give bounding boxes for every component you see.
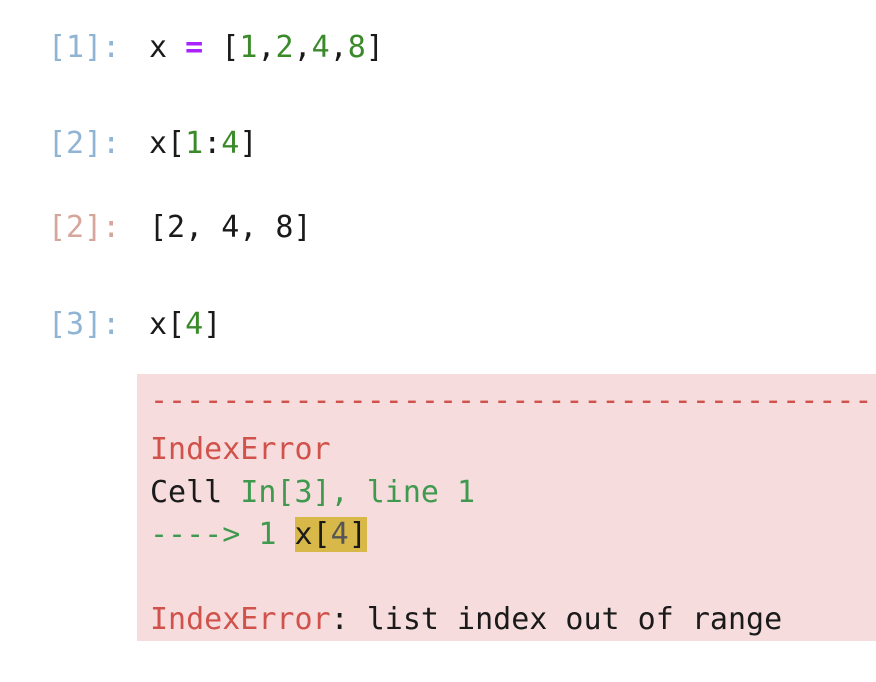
code-token: : xyxy=(203,126,222,161)
code-token: x xyxy=(149,30,168,65)
code-operator: = xyxy=(185,30,204,65)
code-token: , xyxy=(329,30,348,65)
error-type: IndexError xyxy=(150,432,331,467)
code-cell-1[interactable]: x = [1,2,4,8] xyxy=(149,28,384,68)
code-number: 4 xyxy=(221,126,240,161)
code-token: , xyxy=(293,30,312,65)
code-token: ] xyxy=(239,126,258,161)
input-prompt-2: [2]: xyxy=(48,126,121,161)
highlight-token: x[ xyxy=(294,517,331,552)
output-prompt-2: [2]: xyxy=(48,210,121,245)
traceback-code-line: ----> 1 x[4] xyxy=(150,515,367,555)
code-token: x[ xyxy=(149,307,186,342)
code-number: 4 xyxy=(311,30,330,65)
code-token: ] xyxy=(365,30,384,65)
code-number: 2 xyxy=(275,30,294,65)
traceback-highlight: x[4] xyxy=(294,517,367,552)
traceback-cell-ref: In[3], line 1 xyxy=(240,475,476,510)
code-number: 8 xyxy=(347,30,366,65)
code-token: [ xyxy=(221,30,240,65)
traceback-separator: ----------------------------------------… xyxy=(150,383,876,418)
error-message: IndexError: list index out of range xyxy=(150,600,782,640)
code-token: ] xyxy=(203,307,222,342)
code-token: , xyxy=(257,30,276,65)
code-number: 1 xyxy=(239,30,258,65)
code-number: 1 xyxy=(185,126,204,161)
code-cell-2[interactable]: x[1:4] xyxy=(149,124,257,164)
code-cell-3[interactable]: x[4] xyxy=(149,305,221,345)
code-token: x[ xyxy=(149,126,186,161)
traceback-arrow: ----> 1 xyxy=(150,517,295,552)
input-prompt-1: [1]: xyxy=(48,30,121,65)
highlight-index: 4 xyxy=(330,517,349,552)
error-message-text: : list index out of range xyxy=(330,602,783,637)
highlight-token: ] xyxy=(348,517,367,552)
output-cell-2: [2, 4, 8] xyxy=(149,210,312,245)
traceback-cell-line: Cell In[3], line 1 xyxy=(150,473,475,513)
code-number: 4 xyxy=(185,307,204,342)
traceback-cell-prefix: Cell xyxy=(150,475,241,510)
error-output: ----------------------------------------… xyxy=(137,374,876,641)
input-prompt-3: [3]: xyxy=(48,307,121,342)
error-message-type: IndexError xyxy=(150,602,331,637)
